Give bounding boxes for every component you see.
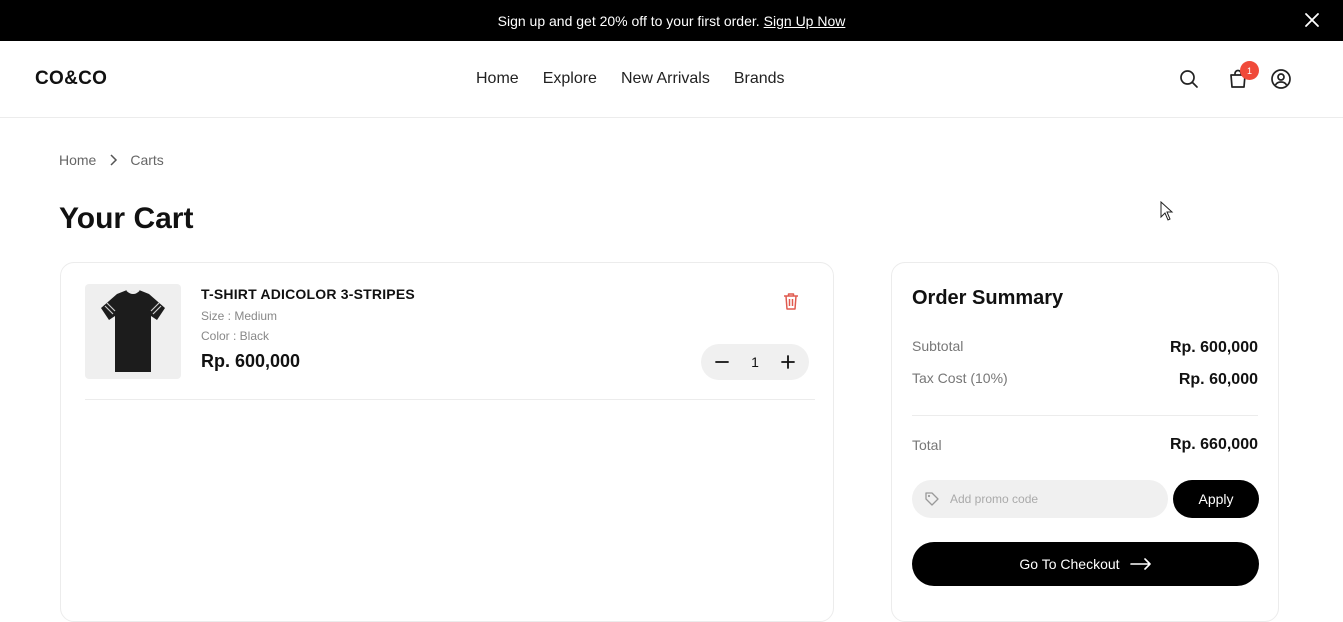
- nav-new-arrivals[interactable]: New Arrivals: [621, 70, 710, 88]
- trash-icon[interactable]: [782, 291, 800, 311]
- product-name[interactable]: T-SHIRT ADICOLOR 3-STRIPES: [201, 286, 415, 302]
- minus-icon[interactable]: [713, 353, 731, 371]
- total-label: Total: [912, 437, 942, 453]
- breadcrumb-home[interactable]: Home: [59, 152, 96, 168]
- subtotal-value: Rp. 600,000: [1169, 339, 1258, 356]
- checkout-label: Go To Checkout: [1019, 556, 1120, 572]
- page-title: Your Cart: [59, 202, 194, 235]
- promo-text: Sign up and get 20% off to your first or…: [497, 12, 760, 29]
- nav-explore[interactable]: Explore: [543, 70, 597, 88]
- nav-brands[interactable]: Brands: [734, 70, 785, 88]
- tax-value: Rp. 60,000: [1178, 371, 1258, 388]
- user-icon[interactable]: [1270, 68, 1292, 90]
- product-price: Rp. 600,000: [201, 351, 301, 371]
- header: CO&CO Home Explore New Arrivals Brands: [0, 41, 1343, 118]
- close-icon[interactable]: [1303, 11, 1321, 29]
- chevron-right-icon: [110, 154, 118, 166]
- order-summary-panel: Order Summary Subtotal Rp. 600,000 Tax C…: [891, 262, 1279, 622]
- tshirt-icon: [101, 289, 165, 372]
- arrow-right-icon: [1129, 558, 1151, 570]
- subtotal-label: Subtotal: [912, 338, 964, 354]
- item-divider: [85, 399, 815, 400]
- total-value: Rp. 660,000: [1169, 436, 1258, 453]
- cart-count-badge: 1: [1240, 61, 1259, 80]
- nav-home[interactable]: Home: [476, 70, 519, 88]
- product-size: Size : Medium: [201, 309, 278, 323]
- search-icon[interactable]: [1178, 68, 1200, 90]
- promo-bar: Sign up and get 20% off to your first or…: [0, 0, 1343, 41]
- sign-up-link[interactable]: Sign Up Now: [764, 13, 846, 29]
- checkout-button[interactable]: Go To Checkout: [912, 542, 1259, 586]
- quantity-value: 1: [751, 354, 759, 370]
- mouse-cursor-icon: [1160, 201, 1174, 221]
- logo[interactable]: CO&CO: [35, 68, 107, 90]
- quantity-stepper: 1: [701, 344, 809, 380]
- summary-divider: [912, 415, 1258, 416]
- tax-label: Tax Cost (10%): [912, 370, 1008, 386]
- breadcrumb-carts: Carts: [130, 152, 164, 168]
- apply-button[interactable]: Apply: [1173, 480, 1259, 518]
- main-nav: Home Explore New Arrivals Brands: [476, 70, 785, 88]
- promo-code-input[interactable]: [950, 492, 1150, 506]
- tag-icon: [925, 492, 939, 506]
- product-image[interactable]: [85, 284, 181, 379]
- promo-code-field[interactable]: [912, 480, 1168, 518]
- cart-items-panel: T-SHIRT ADICOLOR 3-STRIPES Size : Medium…: [60, 262, 834, 622]
- summary-title: Order Summary: [912, 287, 1064, 309]
- breadcrumb: Home Carts: [59, 152, 164, 168]
- product-color: Color : Black: [201, 329, 270, 343]
- plus-icon[interactable]: [779, 353, 797, 371]
